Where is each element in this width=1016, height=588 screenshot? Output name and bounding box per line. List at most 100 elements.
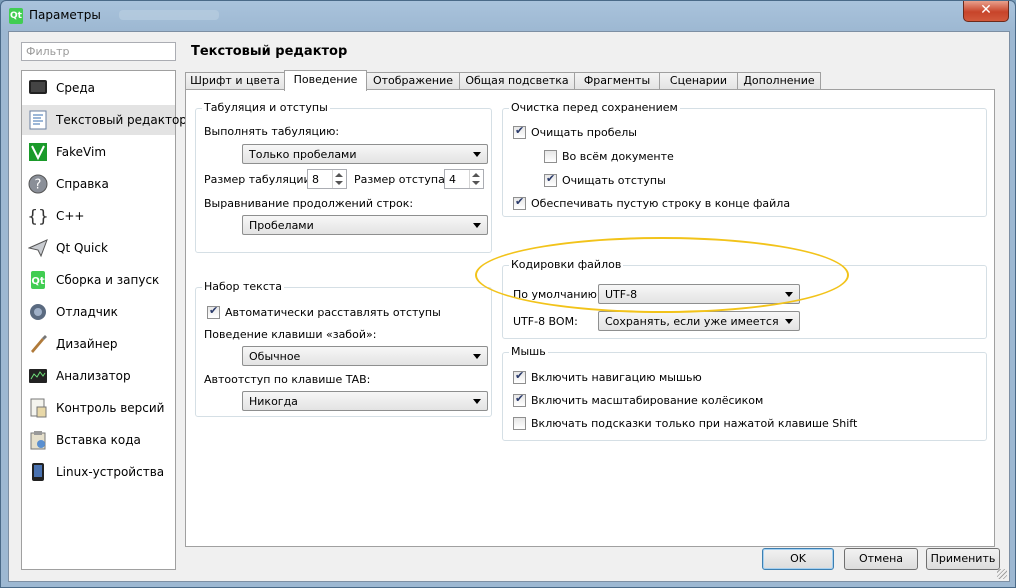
ensure-newline-label: Обеспечивать пустую строку в конце файла (531, 197, 791, 210)
help-icon: ? (28, 174, 48, 194)
group-title: Очистка перед сохранением (509, 101, 680, 114)
utf8-bom-select[interactable]: Сохранять, если уже имеется (598, 311, 800, 331)
sidebar-item-code-paste[interactable]: Вставка кода (22, 425, 175, 455)
sidebar-item-analyzer[interactable]: Анализатор (22, 361, 175, 391)
auto-indent-label: Автоматически расставлять отступы (225, 306, 441, 319)
group-title: Табуляция и отступы (202, 101, 330, 114)
wheel-zoom-checkbox[interactable] (513, 392, 526, 407)
chevron-down-icon (473, 152, 481, 157)
tab-size-label: Размер табуляции: (204, 173, 315, 186)
default-encoding-value: UTF-8 (605, 288, 638, 301)
debugger-icon (30, 304, 46, 320)
ensure-newline-checkbox[interactable] (513, 195, 526, 210)
continuation-select[interactable]: Пробелами (242, 215, 488, 235)
sidebar-item-environment[interactable]: Среда (22, 73, 175, 103)
tab-key-value: Никогда (249, 395, 298, 408)
window-title: Параметры (29, 8, 101, 22)
tab-completion[interactable]: Дополнение (737, 72, 821, 90)
indent-size-value: 4 (449, 173, 456, 186)
title-bar[interactable]: Qt Параметры ✕ (1, 1, 1015, 31)
chevron-down-icon (785, 319, 793, 324)
tab-scripts[interactable]: Сценарии (659, 72, 738, 90)
sidebar-item-label: Дизайнер (56, 337, 118, 351)
typing-group: Набор текста Автоматически расставлять о… (195, 280, 492, 417)
close-window-button[interactable]: ✕ (963, 1, 1009, 22)
sidebar-item-cpp[interactable]: {} C++ (22, 201, 175, 231)
sidebar-item-linux-devices[interactable]: Linux-устройства (22, 457, 175, 487)
sidebar-item-qt-quick[interactable]: Qt Quick (22, 233, 175, 263)
mouse-navigation-checkbox[interactable] (513, 369, 526, 384)
utf8-bom-label: UTF-8 BOM: (513, 315, 578, 328)
cleanup-group: Очистка перед сохранением Очищать пробел… (502, 101, 987, 217)
chevron-down-icon (785, 292, 793, 297)
braces-icon: {} (28, 207, 48, 226)
tab-generic-highlighter[interactable]: Общая подсветка (459, 72, 575, 90)
blurred-title-area (119, 10, 219, 20)
shift-tooltips-checkbox[interactable] (513, 417, 526, 430)
tab-key-select[interactable]: Никогда (242, 391, 488, 411)
chevron-down-icon (473, 399, 481, 404)
backspace-select[interactable]: Обычное (242, 346, 488, 366)
sidebar-item-label: C++ (56, 209, 85, 223)
entire-document-label: Во всём документе (562, 150, 674, 163)
sidebar-item-label: Текстовый редактор (56, 113, 187, 127)
chevron-down-icon (473, 223, 481, 228)
auto-indent-checkbox[interactable] (207, 304, 220, 319)
tab-key-label: Автоотступ по клавише TAB: (204, 373, 371, 386)
arrow-up-icon[interactable] (335, 173, 343, 177)
sidebar-item-label: Отладчик (56, 305, 118, 319)
code-paste-icon (30, 431, 46, 450)
indent-size-spinbox[interactable]: 4 (444, 169, 484, 189)
tab-snippets[interactable]: Фрагменты (574, 72, 660, 90)
sidebar-item-label: Справка (56, 177, 109, 191)
spin-buttons[interactable] (469, 170, 483, 188)
continuation-value: Пробелами (249, 219, 314, 232)
arrow-up-icon[interactable] (472, 173, 480, 177)
entire-document-checkbox[interactable] (544, 150, 557, 163)
clean-indentation-checkbox[interactable] (544, 172, 557, 187)
tab-font-colors[interactable]: Шрифт и цвета (185, 72, 285, 90)
settings-window: Qt Параметры ✕ Фильтр Среда Текстовый ре… (0, 0, 1016, 588)
arrow-down-icon[interactable] (472, 181, 480, 185)
tab-policy-value: Только пробелами (249, 148, 357, 161)
utf8-bom-value: Сохранять, если уже имеется (605, 315, 779, 328)
shift-tooltips-label: Включать подсказки только при нажатой кл… (531, 417, 858, 430)
behavior-tab-pane: Табуляция и отступы Выполнять табуляцию:… (185, 89, 995, 547)
group-title: Набор текста (202, 280, 285, 293)
fakevim-icon (29, 143, 47, 161)
apply-button[interactable]: Применить (926, 548, 1000, 570)
cancel-button[interactable]: Отмена (844, 548, 918, 570)
paper-plane-icon (28, 239, 48, 258)
arrow-down-icon[interactable] (335, 181, 343, 185)
sidebar-item-build-run[interactable]: Qt Сборка и запуск (22, 265, 175, 295)
clean-whitespace-checkbox[interactable] (513, 124, 526, 139)
sidebar-item-fakevim[interactable]: FakeVim (22, 137, 175, 167)
tab-policy-select[interactable]: Только пробелами (242, 144, 488, 164)
mouse-navigation-label: Включить навигацию мышью (531, 371, 702, 384)
default-encoding-select[interactable]: UTF-8 (598, 284, 800, 304)
sidebar-item-label: Сборка и запуск (56, 273, 160, 287)
tab-display[interactable]: Отображение (366, 72, 460, 90)
clean-whitespace-label: Очищать пробелы (531, 126, 637, 139)
sidebar-item-help[interactable]: ? Справка (22, 169, 175, 199)
qt-creator-app-icon: Qt (9, 8, 23, 24)
category-sidebar: Среда Текстовый редактор FakeVim ? Справ… (21, 70, 187, 570)
tab-size-spinbox[interactable]: 8 (307, 169, 347, 189)
sidebar-item-version-control[interactable]: Контроль версий (22, 393, 175, 423)
spin-buttons[interactable] (332, 170, 346, 188)
tab-behavior[interactable]: Поведение (284, 70, 367, 91)
sidebar-item-text-editor[interactable]: Текстовый редактор (22, 105, 187, 135)
sidebar-item-designer[interactable]: Дизайнер (22, 329, 175, 359)
resize-grip-icon[interactable] (997, 569, 1007, 579)
sidebar-item-debugger[interactable]: Отладчик (22, 297, 175, 327)
clean-indentation-label: Очищать отступы (562, 174, 666, 187)
indent-size-label: Размер отступа: (354, 173, 449, 186)
backspace-value: Обычное (249, 350, 301, 363)
chevron-down-icon (473, 354, 481, 359)
monitor-icon (29, 80, 47, 94)
designer-icon (31, 335, 47, 353)
sidebar-item-label: Вставка кода (56, 433, 141, 447)
filter-input[interactable]: Фильтр (21, 42, 176, 61)
ok-button[interactable]: OK (762, 548, 834, 570)
dialog-client-area: Фильтр Среда Текстовый редактор FakeVim … (8, 31, 1010, 582)
